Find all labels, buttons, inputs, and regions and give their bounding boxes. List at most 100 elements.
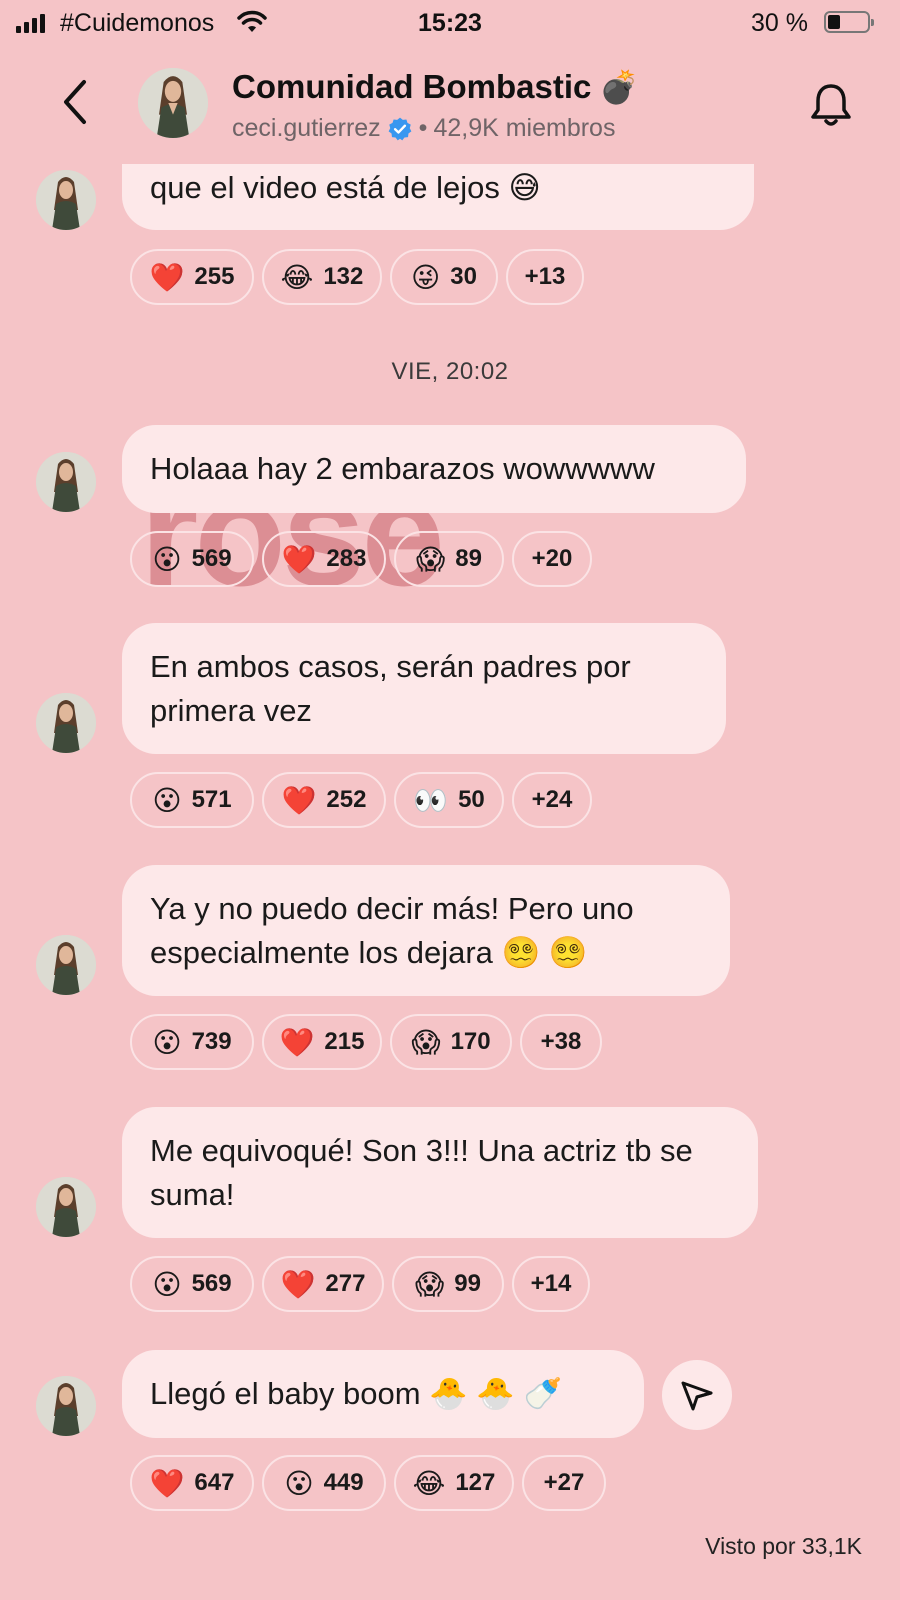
reaction-pill[interactable]: ❤️ 283 [262, 531, 386, 587]
reaction-pill[interactable]: 😮 569 [130, 1256, 254, 1312]
scream-icon: 😱 [411, 1026, 441, 1058]
reaction-pill[interactable]: 😮 739 [130, 1014, 254, 1070]
reaction-pill[interactable]: 😮 449 [262, 1455, 386, 1511]
avatar[interactable] [36, 935, 96, 995]
message-text: Llegó el baby boom 🐣 🐣 🍼 [150, 1376, 563, 1411]
reaction-count: 30 [450, 263, 477, 290]
reaction-count: 277 [325, 1270, 366, 1297]
member-count: 42,9K miembros [433, 114, 616, 142]
reaction-pill[interactable]: 😱 89 [394, 531, 504, 587]
avatar[interactable] [36, 1177, 96, 1237]
reaction-count: +27 [543, 1469, 585, 1496]
more-reactions[interactable]: +13 [506, 249, 584, 305]
status-bar: #Cuidemonos 15:23 30 % [0, 0, 900, 46]
reaction-count: 170 [450, 1028, 491, 1055]
day-separator: VIE, 20:02 [391, 358, 509, 385]
reaction-count: 99 [454, 1270, 481, 1297]
surprised-face-icon: 😮 [152, 784, 182, 816]
more-reactions[interactable]: +24 [512, 772, 592, 828]
scream-icon: 😱 [416, 543, 446, 575]
reaction-count: 132 [323, 263, 364, 290]
reaction-pill[interactable]: ❤️ 215 [262, 1014, 382, 1070]
back-icon[interactable] [56, 74, 96, 130]
surprised-face-icon: 😮 [152, 1268, 182, 1300]
reaction-bar: 😮 571 ❤️ 252 👀 50 +24 [130, 772, 592, 828]
message-text: Me equivoqué! Son 3!!! Una actriz tb se … [150, 1133, 693, 1212]
reaction-count: 647 [194, 1469, 235, 1496]
more-reactions[interactable]: +20 [512, 531, 592, 587]
avatar[interactable] [138, 68, 208, 138]
battery-icon [824, 11, 874, 33]
reaction-pill[interactable]: ❤️ 255 [130, 249, 254, 305]
heart-icon: ❤️ [149, 261, 185, 293]
reaction-bar: ❤️ 647 😮 449 😂 127 +27 [130, 1455, 606, 1511]
reaction-pill[interactable]: 😮 569 [130, 531, 254, 587]
heart-icon: ❤️ [281, 543, 317, 575]
surprised-face-icon: 😮 [284, 1467, 314, 1499]
reaction-bar: ❤️ 255 😂 132 😜 30 +13 [130, 249, 584, 305]
reaction-count: 50 [458, 786, 485, 813]
separator-dot: • [418, 114, 428, 142]
reaction-pill[interactable]: 😱 99 [392, 1256, 504, 1312]
reaction-pill[interactable]: 😜 30 [390, 249, 498, 305]
avatar[interactable] [36, 170, 96, 230]
reaction-count: +13 [524, 263, 566, 290]
heart-icon: ❤️ [149, 1467, 185, 1499]
tears-of-joy-icon: 😂 [412, 1467, 446, 1499]
reaction-count: +24 [531, 786, 573, 813]
message-text: Ya y no puedo decir más! Pero uno especi… [150, 891, 634, 970]
channel-title: Comunidad Bombastic 💣 [232, 68, 639, 106]
message-text: que el video está de lejos 😅 [150, 170, 541, 205]
eyes-icon: 👀 [413, 784, 449, 816]
message-bubble[interactable]: Holaaa hay 2 embarazos wowwwww [122, 425, 746, 513]
message-bubble[interactable]: Me equivoqué! Son 3!!! Una actriz tb se … [122, 1107, 758, 1238]
verified-icon [388, 117, 412, 140]
seen-by-count: Visto por 33,1K [705, 1533, 862, 1559]
reaction-pill[interactable]: 😱 170 [390, 1014, 512, 1070]
battery-percent: 30 % [751, 9, 808, 37]
reaction-pill[interactable]: 👀 50 [394, 772, 504, 828]
heart-icon: ❤️ [280, 1268, 316, 1300]
tears-of-joy-icon: 😂 [280, 261, 314, 293]
send-icon [681, 1381, 713, 1411]
winking-tongue-icon: 😜 [411, 261, 441, 293]
more-reactions[interactable]: +27 [522, 1455, 606, 1511]
reaction-pill[interactable]: 😂 127 [394, 1455, 514, 1511]
surprised-face-icon: 😮 [152, 1026, 182, 1058]
message-bubble[interactable]: En ambos casos, serán padres por primera… [122, 623, 726, 754]
avatar[interactable] [36, 1376, 96, 1436]
surprised-face-icon: 😮 [152, 543, 182, 575]
reaction-count: 569 [191, 545, 232, 572]
reaction-pill[interactable]: 😮 571 [130, 772, 254, 828]
message-bubble[interactable]: Llegó el baby boom 🐣 🐣 🍼 [122, 1350, 644, 1438]
chat-header: Comunidad Bombastic 💣 ceci.gutierrez • 4… [0, 46, 900, 164]
bomb-icon: 💣 [599, 69, 640, 105]
reaction-bar: 😮 569 ❤️ 277 😱 99 +14 [130, 1256, 590, 1312]
reaction-count: +20 [531, 545, 573, 572]
message-bubble[interactable]: Ya y no puedo decir más! Pero uno especi… [122, 865, 730, 996]
reaction-count: +38 [540, 1028, 582, 1055]
share-button[interactable] [662, 1360, 732, 1430]
reaction-count: 283 [326, 545, 367, 572]
more-reactions[interactable]: +14 [512, 1256, 590, 1312]
message-text: En ambos casos, serán padres por primera… [150, 649, 631, 728]
author-name[interactable]: ceci.gutierrez [232, 114, 381, 143]
reaction-pill[interactable]: ❤️ 647 [130, 1455, 254, 1511]
reaction-count: 739 [191, 1028, 232, 1055]
more-reactions[interactable]: +38 [520, 1014, 602, 1070]
reaction-count: 215 [324, 1028, 365, 1055]
message-text: Holaaa hay 2 embarazos wowwwww [150, 451, 655, 486]
avatar[interactable] [36, 693, 96, 753]
reaction-count: +14 [530, 1270, 572, 1297]
channel-subtitle: ceci.gutierrez • 42,9K miembros [232, 114, 615, 143]
channel-name: Comunidad Bombastic [232, 68, 592, 105]
reaction-pill[interactable]: ❤️ 277 [262, 1256, 384, 1312]
reaction-count: 571 [191, 786, 232, 813]
reaction-pill[interactable]: ❤️ 252 [262, 772, 386, 828]
bell-icon[interactable] [806, 80, 856, 130]
avatar[interactable] [36, 452, 96, 512]
heart-icon: ❤️ [281, 784, 317, 816]
reaction-pill[interactable]: 😂 132 [262, 249, 382, 305]
scream-icon: 😱 [415, 1268, 445, 1300]
reaction-count: 449 [323, 1469, 364, 1496]
